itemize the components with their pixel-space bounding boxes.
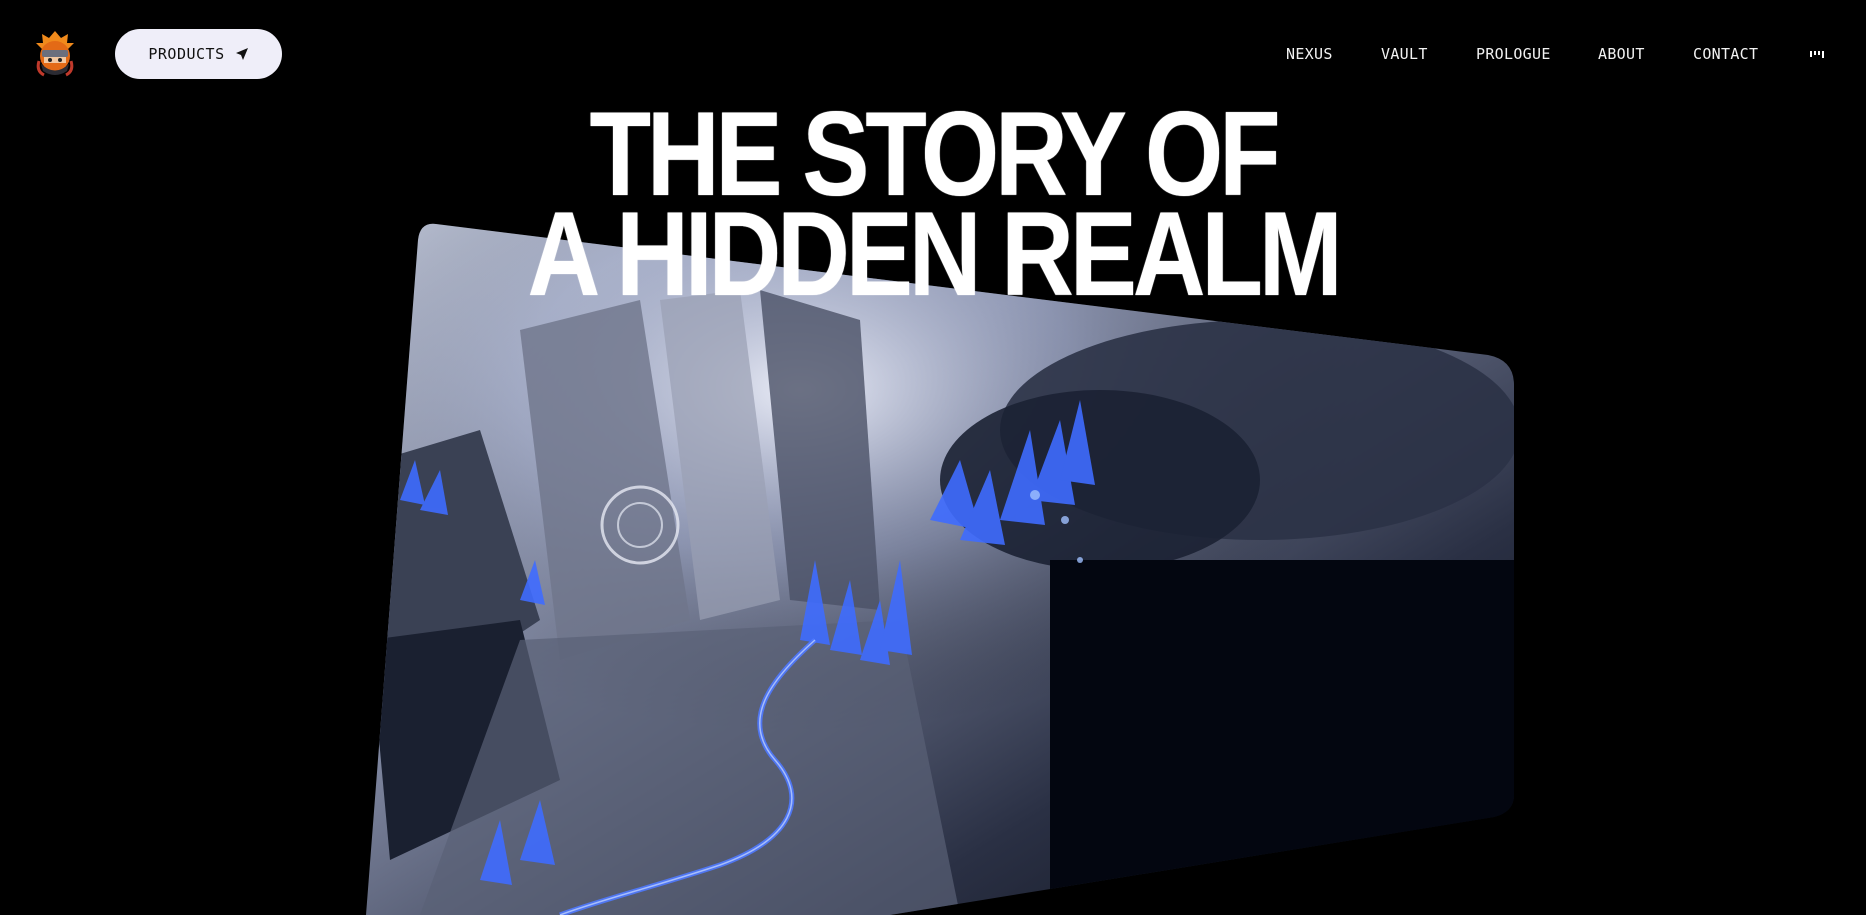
hero-image-frame [0, 0, 1866, 915]
main-nav: NEXUS VAULT PROLOGUE ABOUT CONTACT [0, 45, 1866, 67]
audio-bars-icon[interactable] [1810, 51, 1824, 59]
landing-page: PRODUCTS NEXUS VAULT PROLOGUE ABOUT CONT… [0, 0, 1866, 915]
site-header: PRODUCTS NEXUS VAULT PROLOGUE ABOUT CONT… [0, 0, 1866, 110]
crystal-cave-scene-image [366, 223, 1514, 915]
nav-link-contact[interactable]: CONTACT [1693, 45, 1758, 63]
nav-link-vault[interactable]: VAULT [1381, 45, 1428, 63]
nav-link-about[interactable]: ABOUT [1598, 45, 1645, 63]
nav-link-prologue[interactable]: PROLOGUE [1476, 45, 1551, 63]
nav-link-nexus[interactable]: NEXUS [1286, 45, 1333, 63]
